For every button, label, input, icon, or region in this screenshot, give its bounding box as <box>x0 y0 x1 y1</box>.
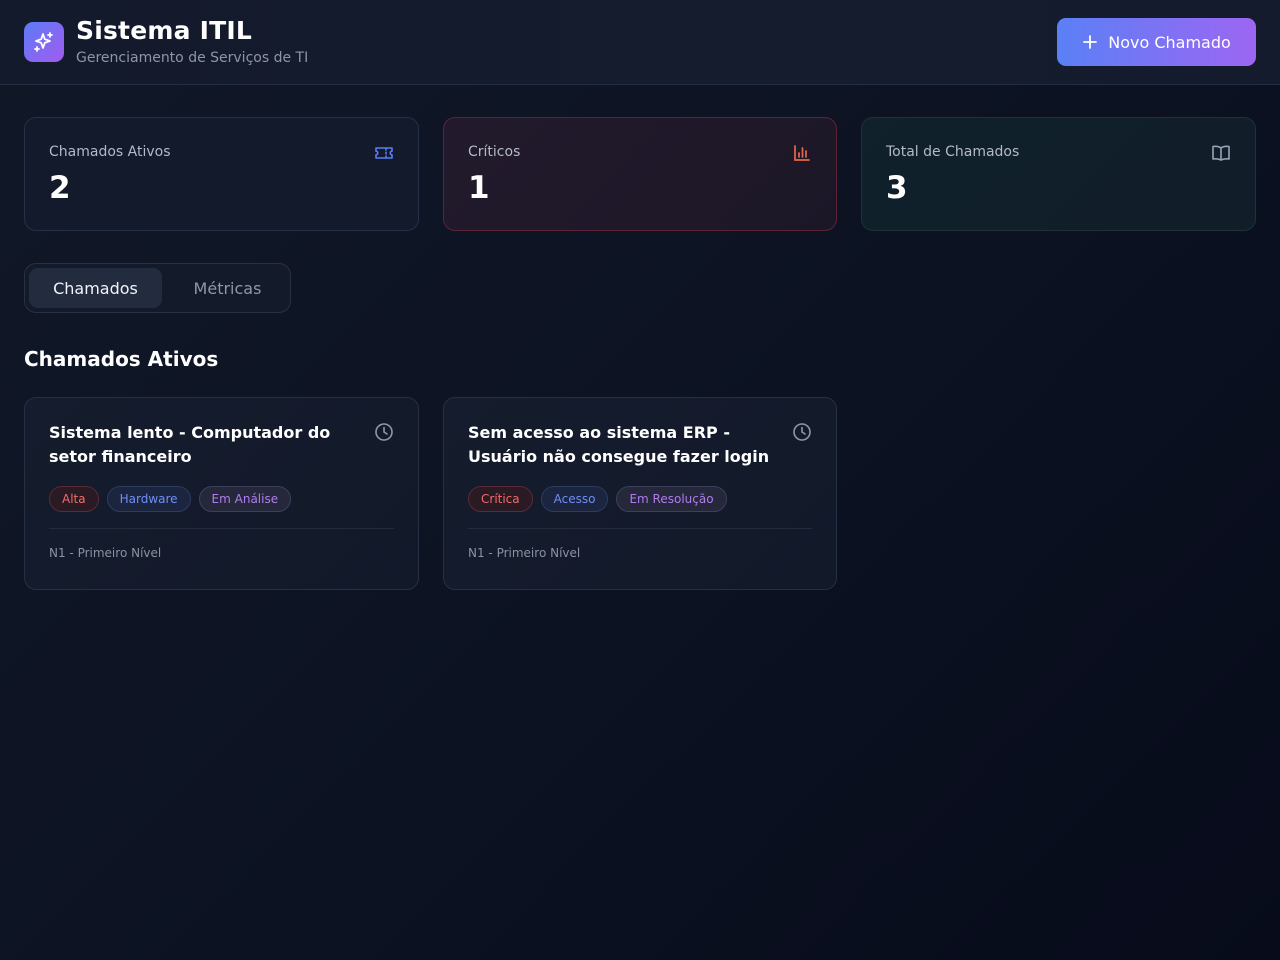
badge-row: Alta Hardware Em Análise <box>49 486 292 512</box>
ticket-title: Sistema lento - Computador do setor fina… <box>49 423 331 466</box>
clock-icon <box>375 423 393 441</box>
category-badge: Hardware <box>106 486 191 512</box>
clock-icon <box>793 423 811 441</box>
stat-label: Total de Chamados <box>886 144 1020 160</box>
book-open-icon <box>1212 145 1230 161</box>
app-header: Sistema ITIL Gerenciamento de Serviços d… <box>0 0 1280 85</box>
app-title: Sistema ITIL <box>76 16 252 45</box>
divider <box>49 528 394 529</box>
new-ticket-label: Novo Chamado <box>1108 32 1231 52</box>
stat-card-active: Chamados Ativos 2 <box>24 117 419 231</box>
stat-label: Chamados Ativos <box>49 144 171 160</box>
ticket-card[interactable]: Sistema lento - Computador do setor fina… <box>24 397 419 590</box>
sparkles-icon <box>24 22 64 62</box>
bar-chart-icon <box>794 145 810 161</box>
support-level: N1 - Primeiro Nível <box>49 546 162 560</box>
priority-badge: Alta <box>49 486 99 512</box>
stat-card-total: Total de Chamados 3 <box>861 117 1256 231</box>
ticket-card[interactable]: Sem acesso ao sistema ERP - Usuário não … <box>443 397 837 590</box>
tab-bar: Chamados Métricas <box>24 263 291 313</box>
stat-label: Críticos <box>468 144 521 160</box>
status-badge: Em Resolução <box>616 486 727 512</box>
ticket-icon <box>375 147 393 159</box>
section-title: Chamados Ativos <box>24 347 219 371</box>
badge-row: Crítica Acesso Em Resolução <box>468 486 727 512</box>
tab-chamados[interactable]: Chamados <box>29 268 162 308</box>
priority-badge: Crítica <box>468 486 533 512</box>
tab-metricas[interactable]: Métricas <box>165 268 290 308</box>
support-level: N1 - Primeiro Nível <box>468 546 581 560</box>
stat-value: 2 <box>49 170 71 206</box>
app-subtitle: Gerenciamento de Serviços de TI <box>76 50 309 66</box>
status-badge: Em Análise <box>198 486 292 512</box>
stat-card-critical: Críticos 1 <box>443 117 837 231</box>
plus-icon <box>1083 35 1098 49</box>
stat-value: 3 <box>886 170 908 206</box>
ticket-title: Sem acesso ao sistema ERP - Usuário não … <box>468 423 770 466</box>
stat-value: 1 <box>468 170 490 206</box>
new-ticket-button[interactable]: Novo Chamado <box>1057 18 1256 66</box>
category-badge: Acesso <box>540 486 609 512</box>
divider <box>468 528 812 529</box>
